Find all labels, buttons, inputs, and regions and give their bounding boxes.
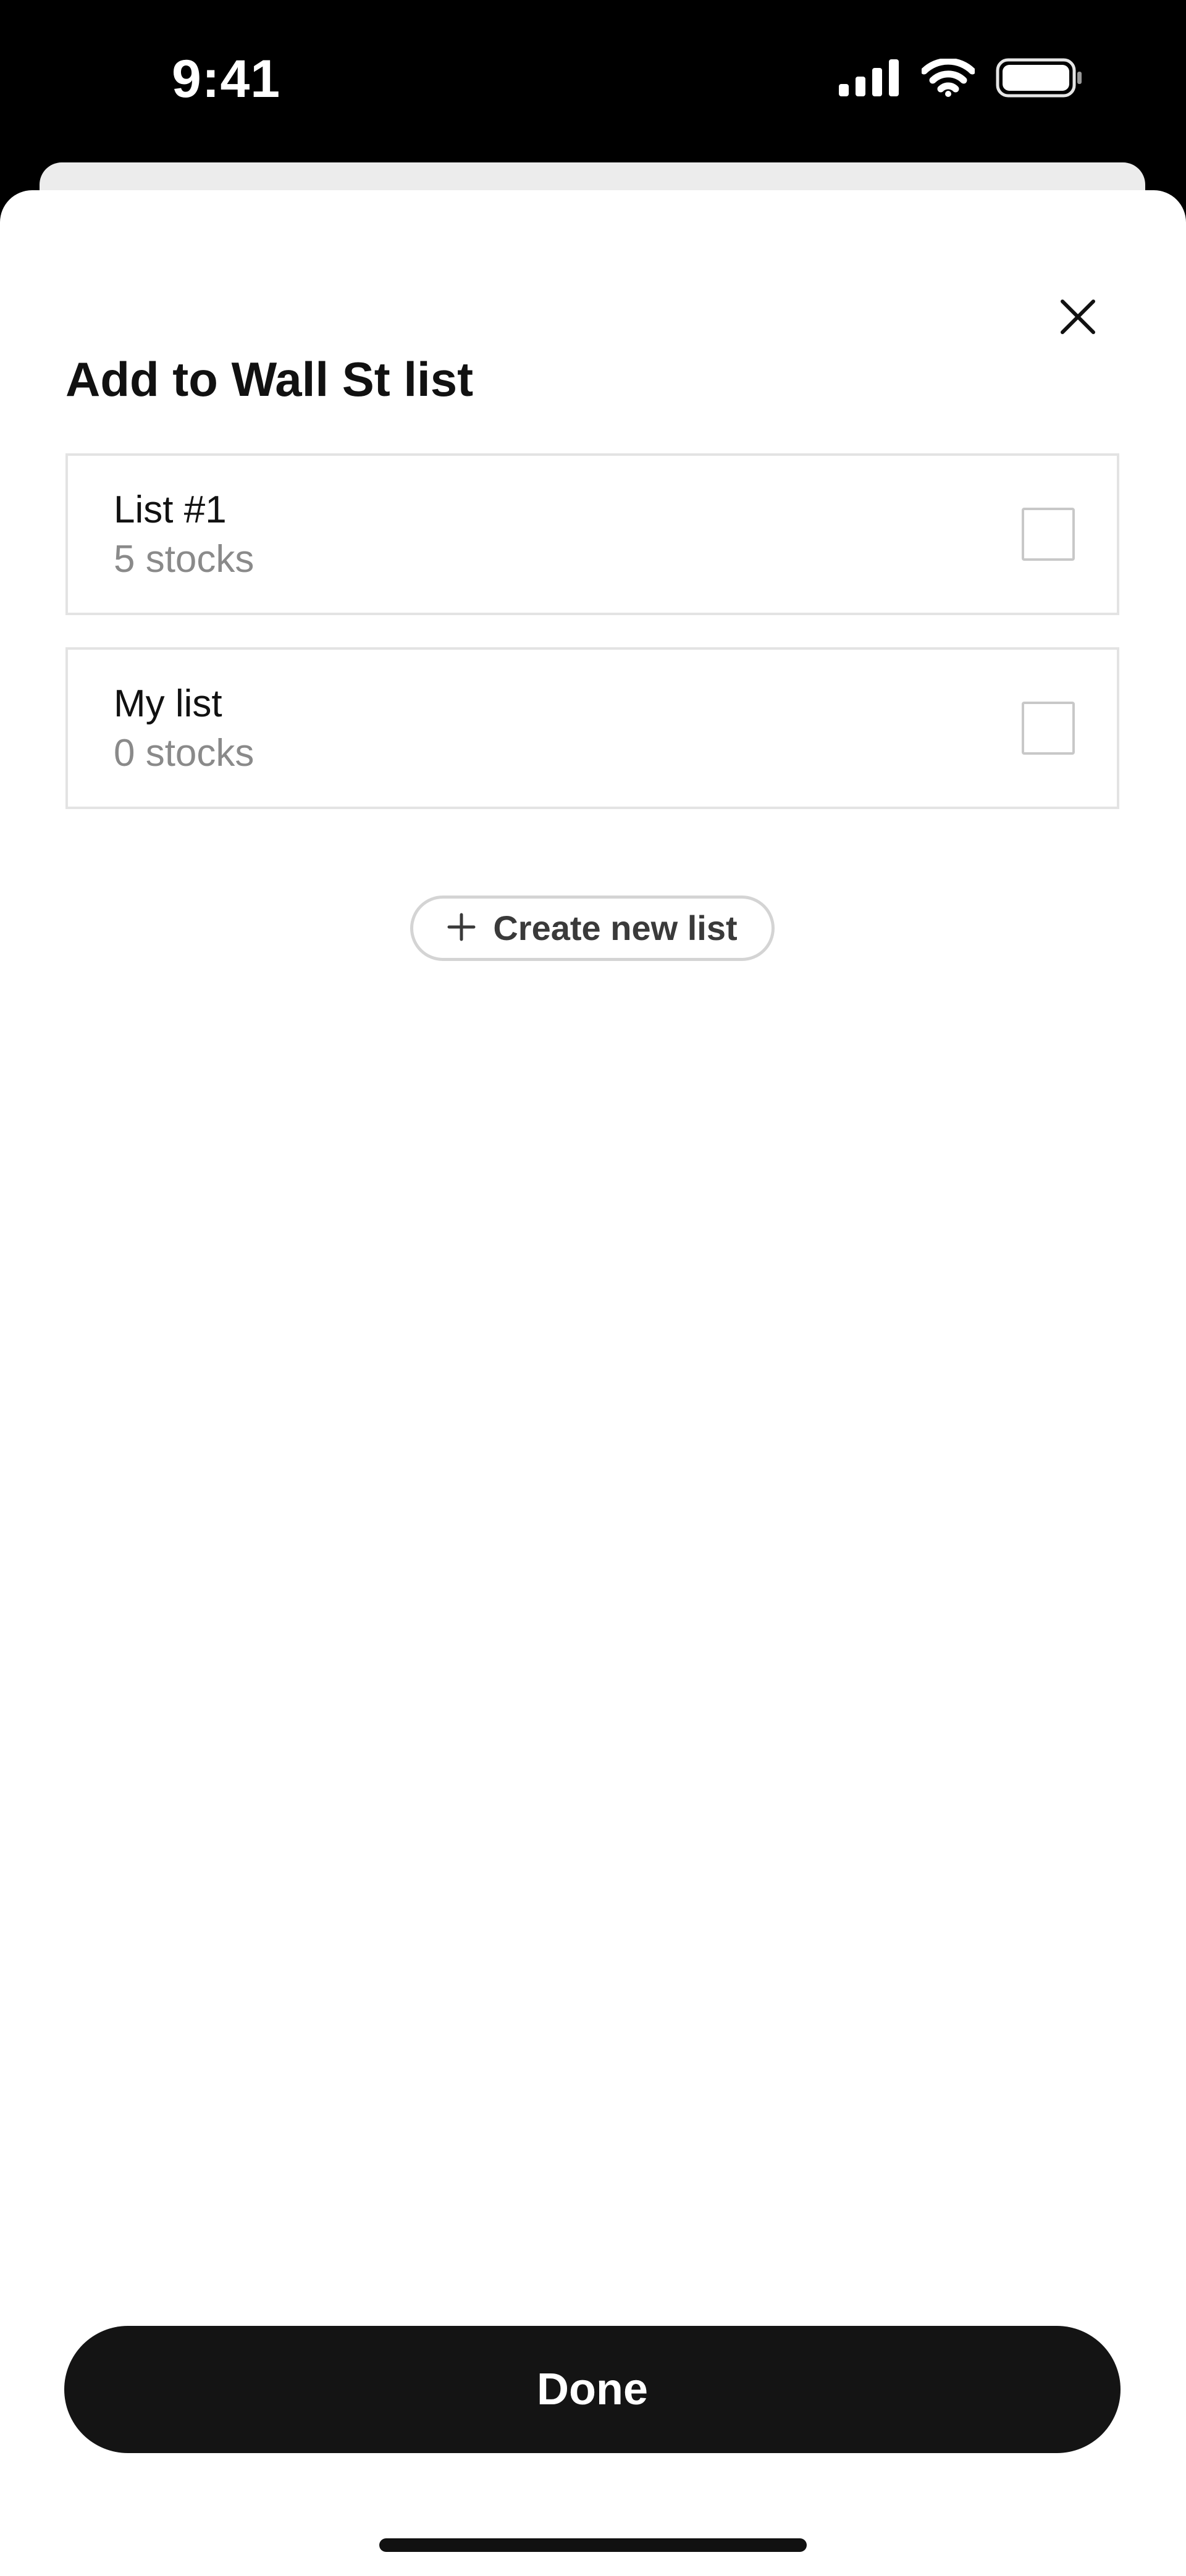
plus-icon [447, 913, 476, 944]
close-button[interactable] [1050, 290, 1106, 346]
cellular-signal-icon [839, 59, 901, 99]
list-item[interactable]: List #1 5 stocks [65, 453, 1119, 615]
done-label: Done [537, 2365, 648, 2414]
home-indicator [379, 2538, 807, 2552]
done-button[interactable]: Done [64, 2326, 1121, 2453]
sheet-title: Add to Wall St list [65, 352, 474, 406]
list-name: My list [114, 682, 222, 725]
screen: 9:41 Add to Wall St list List #1 5 stock… [0, 0, 1186, 2576]
close-icon [1060, 299, 1096, 338]
add-to-list-sheet: Add to Wall St list List #1 5 stocks My … [0, 190, 1186, 2576]
status-time: 9:41 [172, 49, 281, 109]
status-icons [839, 57, 1083, 101]
list-stock-count: 0 stocks [114, 732, 254, 774]
status-bar: 9:41 [0, 0, 1186, 163]
battery-icon [996, 58, 1083, 101]
list-checkbox[interactable] [1022, 508, 1075, 561]
list-checkbox[interactable] [1022, 702, 1075, 755]
list-item[interactable]: My list 0 stocks [65, 647, 1119, 809]
create-new-list-button[interactable]: Create new list [410, 896, 775, 961]
list-name: List #1 [114, 489, 227, 531]
list-stock-count: 5 stocks [114, 538, 254, 581]
wifi-icon [920, 57, 976, 100]
create-new-list-label: Create new list [493, 908, 738, 947]
